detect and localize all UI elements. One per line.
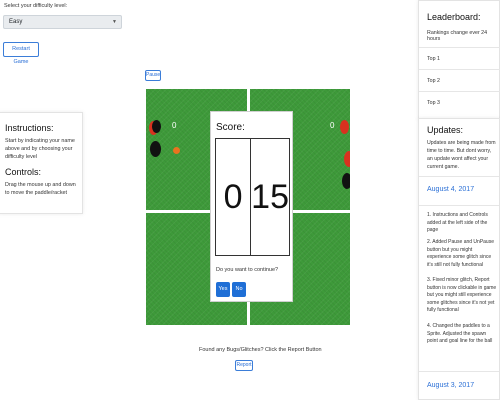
update-item: 4. Changed the paddles to a Sprite. Adju… [427,323,493,344]
left-paddle-lower [150,141,161,157]
updates-intro: Updates are being made from time to time… [427,140,496,170]
right-paddle-red [344,151,350,167]
instructions-card: Instructions: Start by indicating your n… [0,112,83,214]
controls-heading: Controls: [5,167,42,177]
update-item: 1. Instructions and Controls added at th… [427,212,488,233]
score-dialog: Score: 0 15 Do you want to continue? Yes… [210,111,293,302]
cpu-score: 15 [251,177,289,216]
leaderboard-row: Top 2 [419,69,500,91]
ball [173,147,180,154]
divider [419,205,499,206]
continue-question: Do you want to continue? [216,267,279,273]
right-score: 0 [330,121,335,130]
instructions-text: Start by indicating your name above and … [5,138,75,160]
left-score: 0 [172,121,177,130]
report-button[interactable]: Report [235,360,253,371]
score-title: Score: [216,122,245,133]
leaderboard-card: Leaderboard: Rankings change ever 24 hou… [418,0,500,120]
right-paddle-top-red [340,120,349,134]
updates-heading: Updates: [427,125,464,135]
score-box: 0 15 [215,138,290,256]
update-date: August 4, 2017 [427,186,475,193]
right-paddle-dark [342,173,350,189]
leaderboard-subtitle: Rankings change ever 24 hours [427,30,488,42]
leaderboard-row: Top 3 [419,91,500,113]
pause-button[interactable]: Pause [145,70,161,81]
bug-report-text: Found any Bugs/Glitches? Click the Repor… [199,347,322,353]
leaderboard-heading: Leaderboard: [427,12,481,22]
update-date: August 3, 2017 [427,382,475,389]
left-paddle-dark [152,120,161,133]
instructions-heading: Instructions: [5,123,54,133]
update-item: 3. Fixed minor glitch, Report button is … [427,277,497,313]
difficulty-select[interactable]: Easy ▼ [3,15,122,29]
updates-card: Updates: Updates are being made from tim… [418,118,500,400]
divider [419,176,499,177]
leaderboard-row: Top 1 [419,47,500,69]
no-button[interactable]: No [232,282,246,297]
chevron-down-icon: ▼ [112,19,117,25]
yes-button[interactable]: Yes [216,282,230,297]
player-score: 0 [216,139,252,255]
restart-game-button[interactable]: Restart Game [3,42,39,65]
controls-text: Drag the mouse up and down to move the p… [5,182,76,196]
divider [419,371,499,372]
difficulty-label: Select your difficulty level: [4,3,68,9]
update-item: 2. Added Pause and UnPause button but yo… [427,239,494,268]
difficulty-selected-value: Easy [9,19,23,25]
